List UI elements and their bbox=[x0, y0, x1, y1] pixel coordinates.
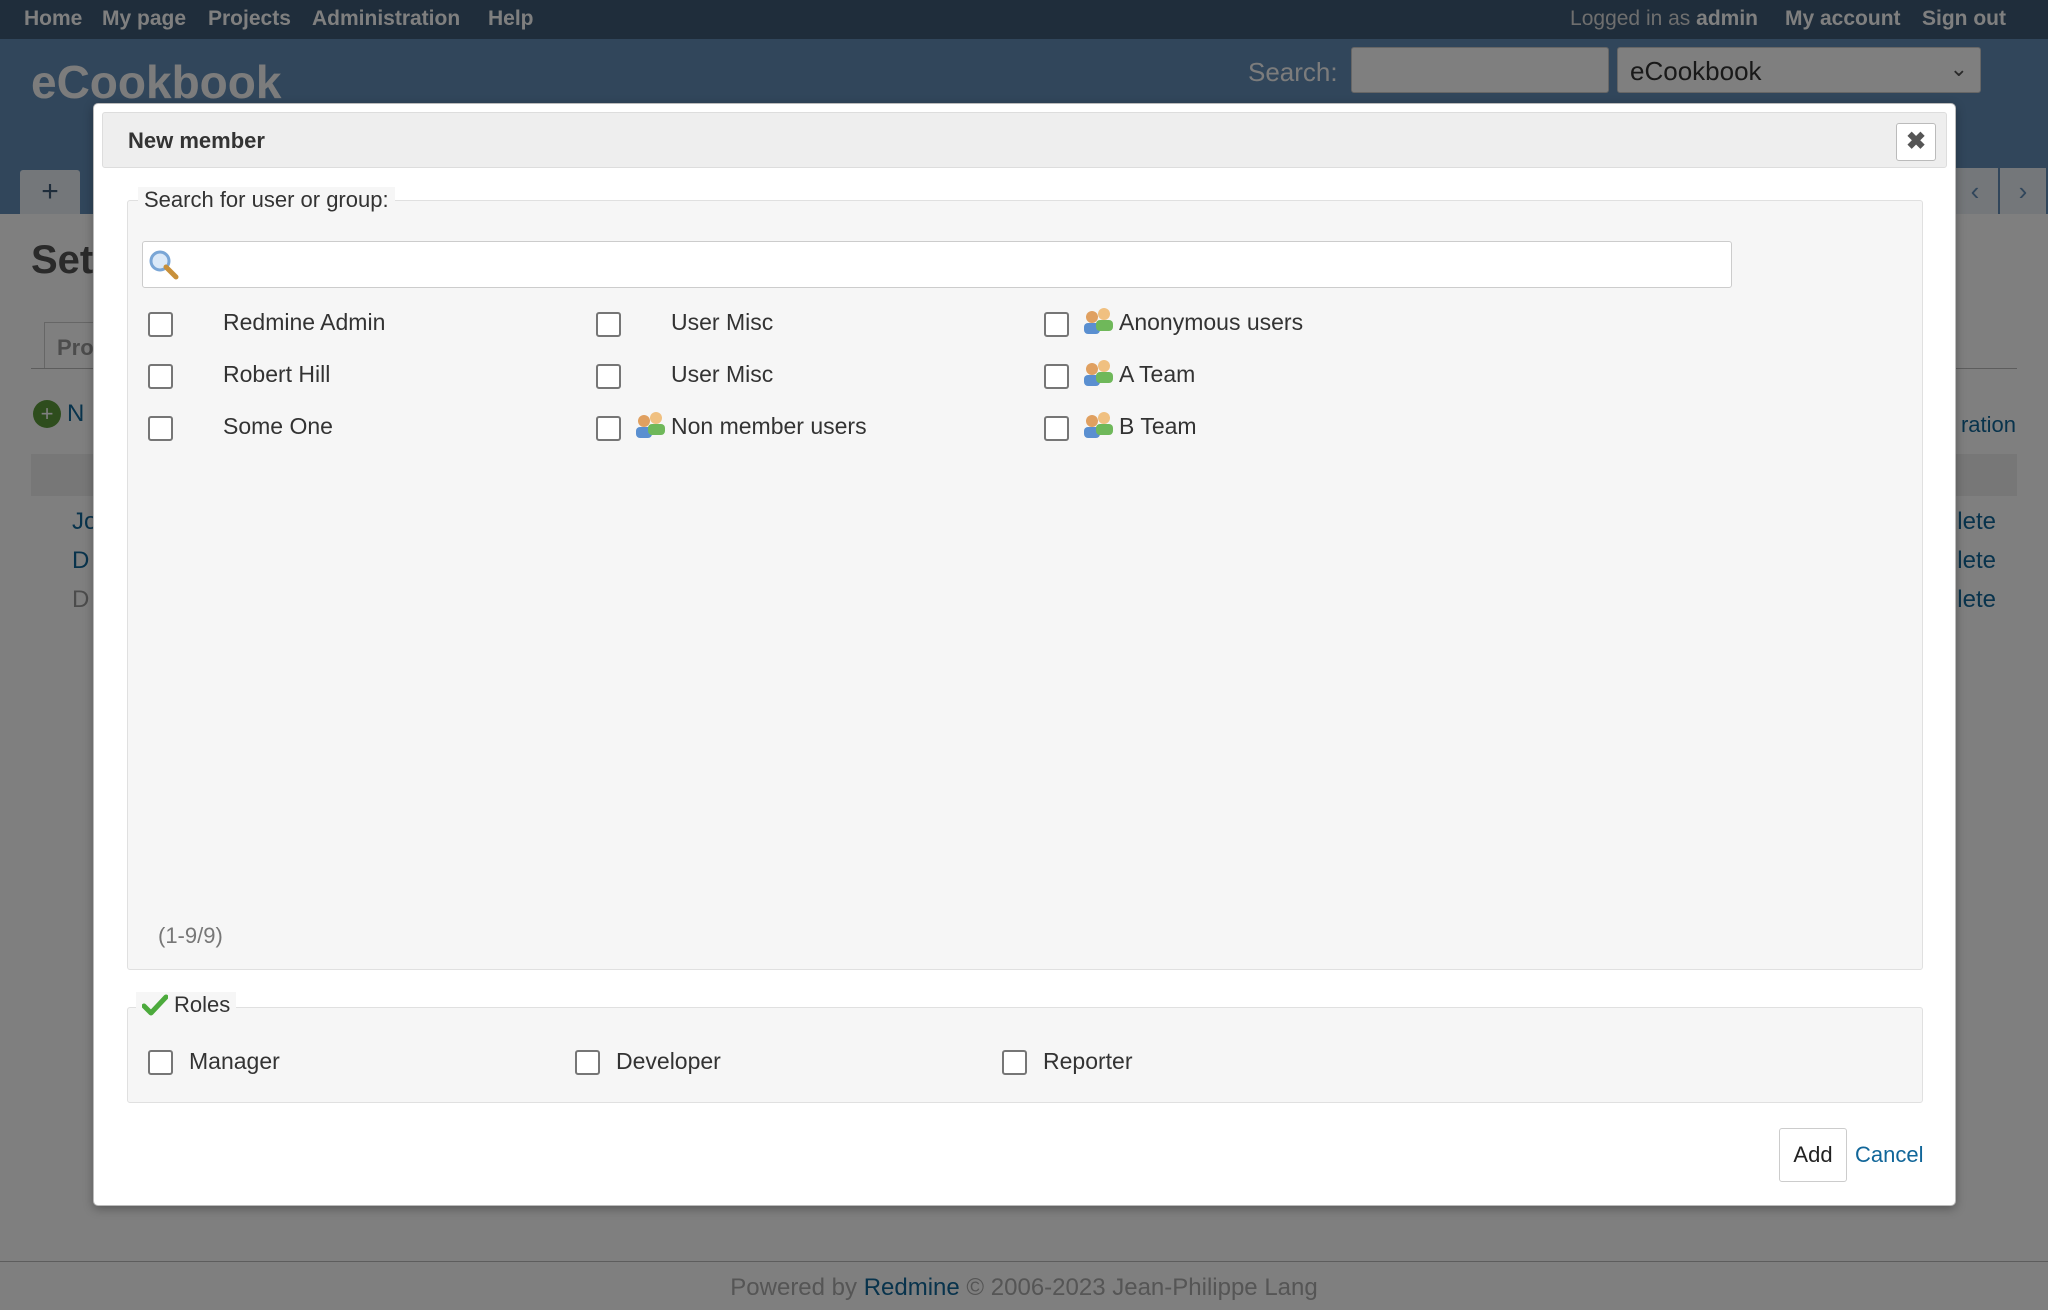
principal-label[interactable]: User Misc bbox=[671, 361, 773, 388]
group-icon bbox=[1084, 360, 1113, 386]
principal-label[interactable]: Non member users bbox=[671, 413, 867, 440]
group-icon bbox=[1084, 412, 1113, 438]
principal-label[interactable]: A Team bbox=[1119, 361, 1195, 388]
close-icon[interactable]: ✖ bbox=[1896, 123, 1936, 161]
roles-legend[interactable]: Roles bbox=[136, 992, 237, 1018]
principal-checkbox[interactable] bbox=[1044, 312, 1069, 337]
dialog-title: New member bbox=[128, 128, 265, 153]
role-checkbox-manager[interactable] bbox=[148, 1050, 173, 1075]
principal-checkbox[interactable] bbox=[148, 364, 173, 389]
checkmark-icon bbox=[142, 994, 168, 1016]
principal-label[interactable]: Some One bbox=[223, 413, 333, 440]
magnifier-icon bbox=[149, 250, 179, 280]
principal-checkbox[interactable] bbox=[1044, 364, 1069, 389]
role-label-reporter[interactable]: Reporter bbox=[1043, 1048, 1132, 1075]
role-checkbox-reporter[interactable] bbox=[1002, 1050, 1027, 1075]
add-button[interactable]: Add bbox=[1779, 1128, 1847, 1182]
principal-label[interactable]: Redmine Admin bbox=[223, 309, 385, 336]
roles-fieldset: Roles Manager Developer Reporter bbox=[127, 992, 1923, 1103]
principal-checkbox[interactable] bbox=[596, 364, 621, 389]
principal-checkbox[interactable] bbox=[148, 416, 173, 441]
pagination-count: (1-9/9) bbox=[158, 923, 223, 948]
principal-checkbox[interactable] bbox=[596, 312, 621, 337]
role-checkbox-developer[interactable] bbox=[575, 1050, 600, 1075]
principal-label[interactable]: Robert Hill bbox=[223, 361, 330, 388]
group-icon bbox=[636, 412, 665, 438]
principal-checkbox[interactable] bbox=[1044, 416, 1069, 441]
cancel-link[interactable]: Cancel bbox=[1855, 1142, 1923, 1168]
role-label-manager[interactable]: Manager bbox=[189, 1048, 280, 1075]
principal-checkbox[interactable] bbox=[596, 416, 621, 441]
principal-checkbox[interactable] bbox=[148, 312, 173, 337]
dialog-titlebar[interactable]: New member ✖ bbox=[102, 112, 1947, 168]
role-label-developer[interactable]: Developer bbox=[616, 1048, 721, 1075]
principal-label[interactable]: Anonymous users bbox=[1119, 309, 1303, 336]
search-legend: Search for user or group: bbox=[138, 187, 395, 213]
principal-search-fieldset: Search for user or group: Redmine Admin … bbox=[127, 187, 1923, 970]
principal-search-input[interactable] bbox=[142, 241, 1732, 288]
new-member-dialog: New member ✖ Search for user or group: R… bbox=[93, 103, 1956, 1206]
roles-legend-label: Roles bbox=[174, 992, 231, 1017]
principal-label[interactable]: User Misc bbox=[671, 309, 773, 336]
principal-label[interactable]: B Team bbox=[1119, 413, 1197, 440]
group-icon bbox=[1084, 308, 1113, 334]
